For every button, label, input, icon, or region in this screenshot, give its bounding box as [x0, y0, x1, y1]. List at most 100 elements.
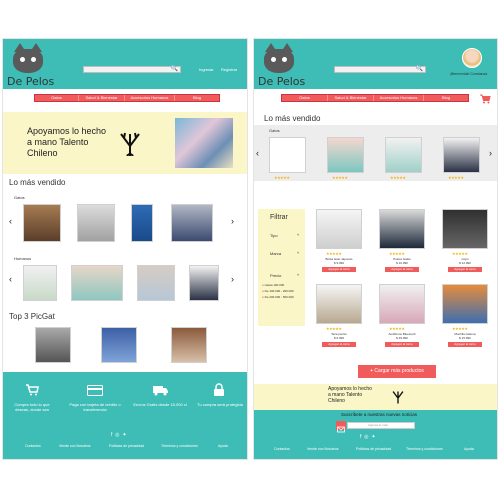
user-greeting[interactable]: ¡Bienvenida! Constanza	[450, 72, 487, 76]
newsletter-title: Suscríbete a nuestras nuevas noticias	[340, 412, 418, 417]
product-card[interactable]	[327, 137, 364, 173]
nav-health[interactable]: Salud & Bienestar	[328, 95, 374, 101]
top3-heading: Top 3 PicGat	[9, 312, 55, 321]
product-price: $ 6.990	[333, 336, 344, 340]
product-thumb[interactable]	[171, 204, 213, 242]
price-range-option[interactable]: ● De 200.000 - 500.000	[262, 295, 294, 299]
footer-link[interactable]: Políticas de privacidad	[356, 447, 391, 451]
product-thumb[interactable]	[77, 204, 115, 242]
footer-link[interactable]: Contactos	[25, 444, 41, 448]
product-image[interactable]	[442, 284, 488, 324]
cat-photo[interactable]	[35, 327, 71, 363]
feature-text: Compra todo lo que deseas, donde sea	[14, 402, 50, 412]
product-thumb[interactable]	[71, 265, 123, 301]
lock-icon	[214, 383, 224, 396]
footer-link[interactable]: Términos y condiciones	[406, 447, 443, 451]
instagram-icon[interactable]: ◎	[364, 434, 368, 440]
footer-link[interactable]: Ayuda	[218, 444, 228, 448]
nav-cats[interactable]: Gatos	[282, 95, 328, 101]
rating-stars: ★★★★★	[326, 326, 342, 331]
product-thumb[interactable]	[131, 204, 153, 242]
prev-arrow-icon[interactable]: ‹	[9, 216, 12, 226]
newsletter-email-input[interactable]: Ingresa tu mail	[347, 422, 415, 429]
product-image[interactable]	[316, 209, 362, 249]
filter-type[interactable]: Tipo	[270, 233, 278, 238]
search-input[interactable]: 🔍	[334, 66, 426, 73]
search-icon[interactable]: 🔍	[416, 65, 423, 72]
product-image[interactable]	[379, 284, 425, 324]
nav-human-accessories[interactable]: Accesorios Humanos	[374, 95, 424, 101]
next-arrow-icon[interactable]: ›	[231, 216, 234, 226]
rating-stars: ★★★★★	[452, 326, 468, 331]
handmade-tree-icon	[120, 132, 140, 156]
banner-text: Apoyamos lo hecho a mano Talento Chileno	[328, 386, 372, 404]
add-to-cart-button[interactable]: Agregar al carro	[448, 342, 482, 347]
brand-name[interactable]: De Pelos	[258, 75, 305, 88]
search-input[interactable]: 🔍	[83, 66, 181, 73]
footer-link[interactable]: Vende con Nosotros	[307, 447, 339, 451]
rating-stars: ★★★★★	[452, 251, 468, 256]
add-to-cart-button[interactable]: Agregar al carro	[385, 342, 419, 347]
product-image[interactable]	[442, 209, 488, 249]
filter-brand[interactable]: Marca	[270, 251, 281, 256]
load-more-button[interactable]: + Cargar más productos	[358, 365, 436, 378]
price-range-option[interactable]: ● De 100.000 - 200.000	[262, 289, 294, 293]
add-to-cart-button[interactable]: Agregar al carro	[322, 267, 356, 272]
nav-health[interactable]: Salud & Bienestar	[79, 95, 125, 101]
chevron-down-icon[interactable]: ˅	[297, 232, 299, 237]
banner-photo	[175, 118, 233, 168]
product-price: $ 29.990	[396, 336, 408, 340]
nav-blog[interactable]: Blog	[175, 95, 219, 101]
brand-name[interactable]: De Pelos	[7, 75, 54, 88]
add-to-cart-button[interactable]: Agregar al carro	[385, 267, 419, 272]
product-thumb[interactable]	[137, 265, 175, 301]
chevron-down-icon[interactable]: ˅	[297, 250, 299, 255]
product-thumb[interactable]	[23, 204, 61, 242]
product-thumb[interactable]	[23, 265, 57, 301]
chevron-up-icon[interactable]: ˄	[297, 272, 299, 277]
price-range-label: De 100.000 - 200.000	[264, 289, 294, 293]
product-image[interactable]	[316, 284, 362, 324]
price-range-option[interactable]: ● Hasta 100.000	[262, 283, 284, 287]
footer-link[interactable]: Políticas de privacidad	[109, 444, 144, 448]
prev-arrow-icon[interactable]: ‹	[256, 148, 259, 158]
product-image[interactable]	[379, 209, 425, 249]
cart-icon[interactable]	[479, 94, 491, 104]
product-thumb[interactable]	[189, 265, 219, 301]
register-link[interactable]: Registrar	[221, 67, 237, 72]
cat-photo[interactable]	[101, 327, 137, 363]
social-icons: f ◎ ✦	[111, 432, 127, 438]
twitter-icon[interactable]: ✦	[122, 432, 126, 438]
add-to-cart-button[interactable]: Agregar al carro	[448, 267, 482, 272]
next-arrow-icon[interactable]: ›	[231, 274, 234, 284]
login-link[interactable]: Ingresar	[199, 67, 214, 72]
nav-human-accessories[interactable]: Accesorios Humanos	[125, 95, 175, 101]
facebook-icon[interactable]: f	[111, 432, 112, 438]
twitter-icon[interactable]: ✦	[371, 434, 375, 440]
search-icon[interactable]: 🔍	[171, 65, 178, 72]
footer-link[interactable]: Términos y condiciones	[161, 444, 198, 448]
nav-cats[interactable]: Gatos	[35, 95, 79, 101]
cat-photo[interactable]	[171, 327, 207, 363]
nav-blog[interactable]: Blog	[424, 95, 468, 101]
header: De Pelos 🔍 Ingresar Registrar	[3, 39, 247, 89]
product-card[interactable]	[443, 137, 480, 173]
add-to-cart-button[interactable]: Agregar al carro	[322, 342, 356, 347]
cat-logo-icon[interactable]	[13, 43, 43, 73]
next-arrow-icon[interactable]: ›	[489, 148, 492, 158]
cat-logo-icon[interactable]	[264, 43, 294, 73]
instagram-icon[interactable]: ◎	[115, 432, 119, 438]
user-avatar[interactable]	[462, 48, 482, 68]
footer-link[interactable]: Vende con Nosotros	[59, 444, 91, 448]
product-card[interactable]	[269, 137, 306, 173]
price-range-label: De 200.000 - 500.000	[264, 295, 294, 299]
mail-icon	[336, 421, 346, 433]
product-card[interactable]	[385, 137, 422, 173]
banner-line-3: Chileno	[328, 398, 345, 404]
facebook-icon[interactable]: f	[360, 434, 361, 440]
filter-price[interactable]: Precio	[270, 273, 281, 278]
best-sellers-heading: Lo más vendido	[9, 178, 66, 187]
footer-link[interactable]: Ayuda	[464, 447, 474, 451]
prev-arrow-icon[interactable]: ‹	[9, 274, 12, 284]
footer-link[interactable]: Contactos	[274, 447, 290, 451]
